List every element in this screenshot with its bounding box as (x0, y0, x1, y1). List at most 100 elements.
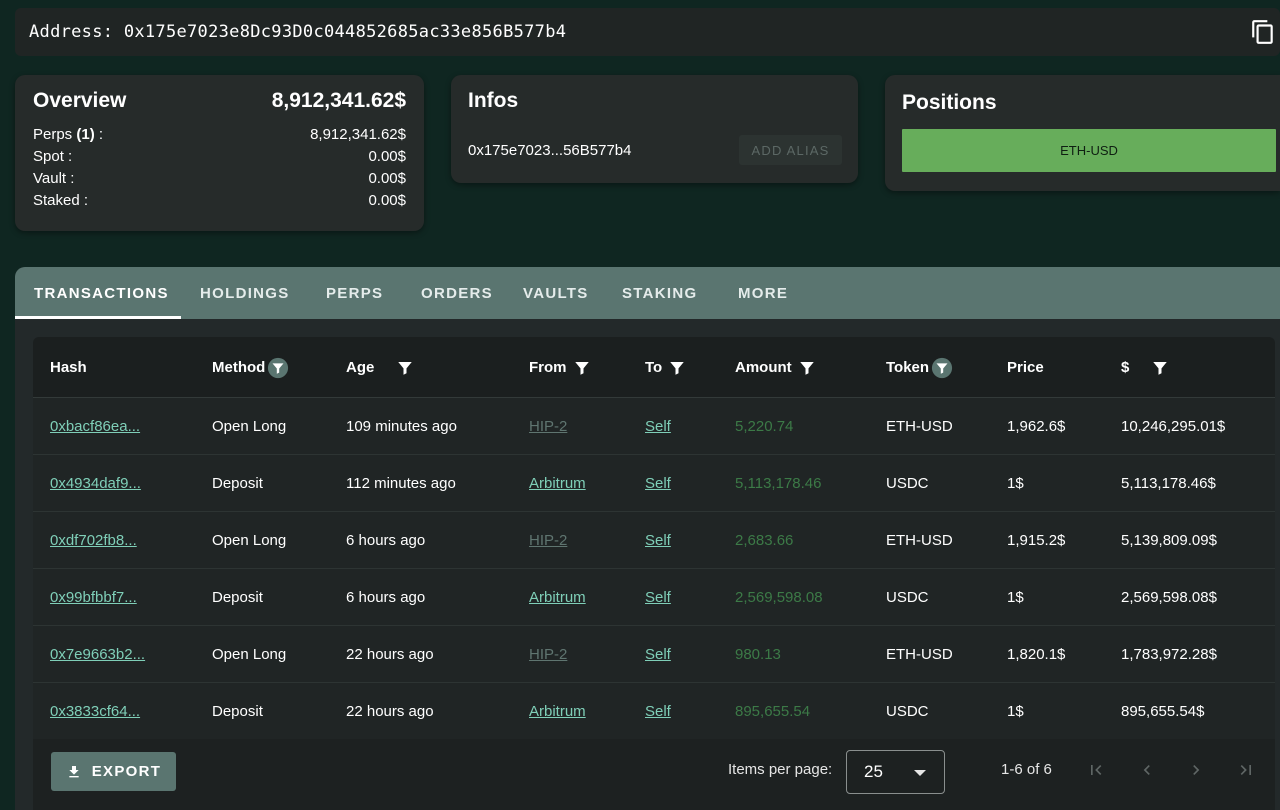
cell-from[interactable]: Arbitrum (529, 703, 586, 720)
table-cell: USDC (886, 683, 929, 740)
table-cell: 1$ (1007, 683, 1024, 740)
overview-row-value: 0.00$ (368, 191, 406, 209)
table-cell: HIP-2 (529, 398, 567, 455)
cell-to[interactable]: Self (645, 475, 671, 492)
cell-to[interactable]: Self (645, 418, 671, 435)
tab-orders[interactable]: ORDERS (421, 267, 493, 319)
tab-vaults[interactable]: VAULTS (523, 267, 589, 319)
table-cell: Arbitrum (529, 455, 586, 512)
cell-hash[interactable]: 0x3833cf64... (50, 703, 140, 720)
table-cell: Open Long (212, 398, 286, 455)
cell-price: 1$ (1007, 703, 1024, 720)
cell-from[interactable]: Arbitrum (529, 589, 586, 606)
cell-to[interactable]: Self (645, 646, 671, 663)
positions-card: Positions ETH-USD (885, 75, 1280, 191)
table-header: Hash Method Age From To Amount Token Price $ (33, 337, 1275, 398)
overview-total: 8,912,341.62$ (271, 89, 406, 112)
overview-row-value: 0.00$ (368, 147, 406, 165)
table-cell: 0x4934daf9... (50, 455, 141, 512)
page-range-label: 1-6 of 6 (1001, 761, 1052, 778)
overview-card: Overview 8,912,341.62$ Perps (1) : 8,912,… (15, 75, 424, 231)
active-tab-indicator (15, 316, 181, 319)
cell-to[interactable]: Self (645, 589, 671, 606)
position-button-eth-usd[interactable]: ETH-USD (902, 129, 1276, 172)
cell-hash[interactable]: 0x4934daf9... (50, 475, 141, 492)
filter-icon[interactable] (267, 357, 289, 379)
cell-token: ETH-USD (886, 646, 953, 663)
cell-method: Open Long (212, 532, 287, 549)
overview-row-label-text: Perps (33, 125, 77, 143)
cell-from[interactable]: HIP-2 (529, 532, 567, 549)
cell-usd: 10,246,295.01$ (1121, 418, 1226, 435)
cell-hash[interactable]: 0x7e9663b2... (50, 646, 145, 663)
overview-row-label-text: Vault : (33, 169, 75, 187)
last-page-icon[interactable] (1236, 760, 1256, 780)
column-header-hash: Hash (50, 337, 87, 398)
column-header-price: Price (1007, 337, 1044, 398)
add-alias-button[interactable]: ADD ALIAS (739, 135, 842, 165)
table-cell: Self (645, 398, 671, 455)
tab-staking[interactable]: STAKING (622, 267, 698, 319)
tab-transactions[interactable]: TRANSACTIONS (34, 267, 169, 319)
first-page-icon[interactable] (1086, 760, 1106, 780)
items-per-page-select[interactable]: 25 (846, 750, 945, 794)
cell-amount: 5,220.74 (735, 418, 794, 435)
table-cell: 6 hours ago (346, 569, 425, 626)
table-cell: 5,139,809.09$ (1121, 512, 1217, 569)
table-row: 0x3833cf64... Deposit 22 hours ago Arbitrum… (33, 683, 1275, 740)
overview-title: Overview (33, 89, 127, 112)
table-cell: HIP-2 (529, 626, 567, 683)
table-cell: 0x99bfbbf7... (50, 569, 137, 626)
cell-price: 1$ (1007, 589, 1024, 606)
export-button[interactable]: EXPORT (51, 752, 176, 791)
prev-page-icon[interactable] (1137, 760, 1157, 780)
tab-perps[interactable]: PERPS (326, 267, 383, 319)
filter-icon[interactable] (573, 359, 591, 377)
table-cell: Arbitrum (529, 569, 586, 626)
tab-holdings[interactable]: HOLDINGS (200, 267, 290, 319)
column-header-label: $ (1121, 359, 1130, 376)
cell-to[interactable]: Self (645, 532, 671, 549)
column-header-from: From (529, 337, 591, 398)
table-cell: 112 minutes ago (346, 455, 456, 512)
cell-from[interactable]: HIP-2 (529, 646, 567, 663)
table-row: 0x99bfbbf7... Deposit 6 hours ago Arbitrum S… (33, 569, 1275, 626)
table-cell: 895,655.54$ (1121, 683, 1204, 740)
address-text: Address: 0x175e7023e8Dc93D0c044852685ac3… (29, 22, 567, 42)
cell-hash[interactable]: 0x99bfbbf7... (50, 589, 137, 606)
table-cell: Self (645, 626, 671, 683)
filter-icon[interactable] (668, 359, 686, 377)
filter-icon[interactable] (396, 359, 414, 377)
cell-to[interactable]: Self (645, 703, 671, 720)
cell-age: 6 hours ago (346, 532, 426, 549)
tab-more[interactable]: MORE (738, 267, 788, 319)
cell-token: USDC (886, 475, 929, 492)
cell-from[interactable]: HIP-2 (529, 418, 567, 435)
table-cell: 1,820.1$ (1007, 626, 1065, 683)
cell-age: 22 hours ago (346, 646, 434, 663)
overview-row-value: 0.00$ (368, 169, 406, 187)
cell-age: 22 hours ago (346, 703, 434, 720)
overview-row: Spot : 0.00$ (33, 145, 406, 167)
overview-row-label-text: Spot : (33, 147, 73, 165)
copy-icon[interactable] (1250, 19, 1276, 45)
table-cell: 6 hours ago (346, 512, 425, 569)
table-cell: 980.13 (735, 626, 781, 683)
filter-icon[interactable] (798, 359, 816, 377)
items-per-page-label: Items per page: (728, 761, 833, 778)
overview-row-label-suffix: : (94, 125, 104, 143)
table-cell: Open Long (212, 512, 286, 569)
cell-hash[interactable]: 0xbacf86ea... (50, 418, 140, 435)
column-header-age: Age (346, 337, 414, 398)
table-cell: 22 hours ago (346, 626, 434, 683)
filter-icon[interactable] (1151, 359, 1169, 377)
table-cell: 1,783,972.28$ (1121, 626, 1217, 683)
next-page-icon[interactable] (1186, 760, 1206, 780)
cell-hash[interactable]: 0xdf702fb8... (50, 532, 137, 549)
dropdown-arrow-icon (914, 770, 926, 776)
column-header-method: Method (212, 337, 289, 398)
cell-from[interactable]: Arbitrum (529, 475, 586, 492)
overview-row-label-text: Staked : (33, 191, 89, 209)
filter-icon[interactable] (931, 357, 953, 379)
cell-token: ETH-USD (886, 418, 953, 435)
